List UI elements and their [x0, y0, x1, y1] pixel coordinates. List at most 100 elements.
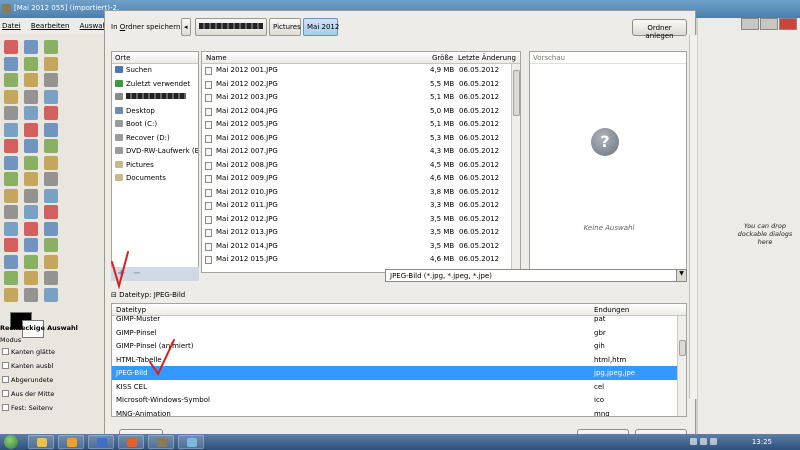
place-item[interactable]: Documents — [112, 172, 198, 186]
center-option[interactable]: Aus der Mitte — [0, 390, 104, 398]
filetype-row[interactable]: GIMP-Pinsel (animiert) gih — [112, 339, 686, 353]
chevron-down-icon[interactable]: ▼ — [676, 270, 686, 281]
menu-datei[interactable]: Datei — [2, 22, 21, 30]
places-header[interactable]: Orte — [112, 52, 198, 64]
rect-select-icon[interactable] — [4, 238, 18, 252]
filetype-row[interactable]: Microsoft-Windows-Symbol ico — [112, 393, 686, 407]
path-crumb-mai-2012[interactable]: Mai 2012 — [303, 18, 339, 36]
rect-select-icon[interactable] — [4, 73, 18, 87]
lasso-icon[interactable] — [44, 40, 58, 54]
ellipse-select-icon[interactable] — [24, 172, 38, 186]
place-item[interactable] — [112, 91, 198, 105]
filetype-row[interactable]: KISS CEL cel — [112, 380, 686, 394]
lasso-icon[interactable] — [44, 172, 58, 186]
lasso-icon[interactable] — [44, 73, 58, 87]
ellipse-select-icon[interactable] — [24, 139, 38, 153]
remove-place-button[interactable]: − — [133, 268, 141, 279]
color-select-icon[interactable] — [24, 221, 38, 236]
feather-option[interactable]: Kanten ausbl — [0, 362, 104, 370]
file-row[interactable]: Mai 2012 007.JPG 4,3 MB 06.05.2012 — [202, 145, 520, 159]
taskbar-app[interactable] — [58, 435, 84, 449]
ellipse-select-icon[interactable] — [24, 40, 38, 54]
scissors-icon[interactable] — [44, 89, 58, 104]
color-select-icon[interactable] — [24, 155, 38, 170]
taskbar-app[interactable] — [28, 435, 54, 449]
feather-checkbox[interactable] — [2, 362, 9, 369]
file-row[interactable]: Mai 2012 004.JPG 5,0 MB 06.05.2012 — [202, 105, 520, 119]
ellipse-select-icon[interactable] — [24, 238, 38, 252]
rect-select-icon[interactable] — [4, 40, 18, 54]
taskbar-app[interactable] — [88, 435, 114, 449]
color-select-icon[interactable] — [24, 122, 38, 137]
file-filter-select[interactable]: JPEG-Bild (*.jpg, *.jpeg, *.jpe) ▼ — [385, 269, 687, 282]
filetype-expander[interactable]: ⊟ Dateityp: JPEG-Bild — [111, 291, 185, 299]
filetype-row[interactable]: MNG-Animation mng — [112, 407, 686, 417]
scissors-icon[interactable] — [44, 122, 58, 137]
filetype-row[interactable]: GIMP-Muster pat — [112, 312, 686, 326]
rounded-checkbox[interactable] — [2, 376, 9, 383]
fuzzy-select-icon[interactable] — [4, 155, 18, 170]
color-select-icon[interactable] — [24, 254, 38, 269]
add-place-button[interactable]: + — [117, 268, 125, 279]
antialias-option[interactable]: Kanten glätte — [0, 348, 104, 356]
place-item[interactable]: Pictures — [112, 159, 198, 173]
scrollbar-thumb[interactable] — [513, 70, 520, 116]
ellipse-select-icon[interactable] — [24, 106, 38, 120]
file-row[interactable]: Mai 2012 011.JPG 3,3 MB 06.05.2012 — [202, 199, 520, 213]
place-item[interactable]: Suchen — [112, 64, 198, 78]
col-modified[interactable]: Letzte Änderung — [458, 54, 516, 62]
filetype-row[interactable]: JPEG-Bild jpg,jpeg,jpe — [112, 366, 686, 380]
minimize-icon[interactable] — [741, 18, 759, 30]
rect-select-icon[interactable] — [4, 172, 18, 186]
scissors-icon[interactable] — [44, 221, 58, 236]
col-size[interactable]: Größe — [432, 54, 453, 62]
ellipse-select-icon[interactable] — [24, 271, 38, 285]
file-row[interactable]: Mai 2012 009.JPG 4,6 MB 06.05.2012 — [202, 172, 520, 186]
scissors-icon[interactable] — [44, 56, 58, 71]
place-item[interactable]: Desktop — [112, 105, 198, 119]
color-select-icon[interactable] — [24, 287, 38, 302]
lasso-icon[interactable] — [44, 139, 58, 153]
antialias-checkbox[interactable] — [2, 348, 9, 355]
filetype-row[interactable]: HTML-Tabelle html,htm — [112, 353, 686, 367]
maximize-icon[interactable] — [760, 18, 778, 30]
new-folder-button[interactable]: Ordner anlegen — [632, 19, 687, 40]
file-row[interactable]: Mai 2012 006.JPG 5,3 MB 06.05.2012 — [202, 132, 520, 146]
file-row[interactable]: Mai 2012 001.JPG 4,9 MB 06.05.2012 — [202, 64, 520, 78]
flag-icon[interactable] — [690, 438, 697, 445]
color-select-icon[interactable] — [24, 188, 38, 203]
file-row[interactable]: Mai 2012 008.JPG 4,5 MB 06.05.2012 — [202, 159, 520, 173]
taskbar-app[interactable] — [118, 435, 144, 449]
lasso-icon[interactable] — [44, 238, 58, 252]
file-row[interactable]: Mai 2012 002.JPG 5,5 MB 06.05.2012 — [202, 78, 520, 92]
center-checkbox[interactable] — [2, 390, 9, 397]
path-crumb-pictures[interactable]: Pictures — [269, 18, 301, 36]
fixed-checkbox[interactable] — [2, 404, 9, 411]
lasso-icon[interactable] — [44, 205, 58, 219]
file-row[interactable]: Mai 2012 013.JPG 3,5 MB 06.05.2012 — [202, 226, 520, 240]
volume-icon[interactable] — [710, 438, 717, 445]
file-row[interactable]: Mai 2012 005.JPG 5,1 MB 06.05.2012 — [202, 118, 520, 132]
network-icon[interactable] — [700, 438, 707, 445]
menu-bearbeiten[interactable]: Bearbeiten — [31, 22, 69, 30]
rounded-option[interactable]: Abgerundete — [0, 376, 104, 384]
col-name[interactable]: Name — [206, 54, 227, 62]
scissors-icon[interactable] — [44, 155, 58, 170]
rect-select-icon[interactable] — [4, 271, 18, 285]
place-item[interactable]: DVD-RW-Laufwerk (E:) — [112, 145, 198, 159]
scrollbar-thumb[interactable] — [679, 340, 686, 356]
color-select-icon[interactable] — [24, 56, 38, 71]
file-row[interactable]: Mai 2012 003.JPG 5,1 MB 06.05.2012 — [202, 91, 520, 105]
scissors-icon[interactable] — [44, 287, 58, 302]
close-icon[interactable] — [779, 18, 797, 30]
filetype-row[interactable]: GIMP-Pinsel gbr — [112, 326, 686, 340]
lasso-icon[interactable] — [44, 271, 58, 285]
ellipse-select-icon[interactable] — [24, 73, 38, 87]
lasso-icon[interactable] — [44, 106, 58, 120]
place-item[interactable]: Boot (C:) — [112, 118, 198, 132]
color-select-icon[interactable] — [24, 89, 38, 104]
start-button-icon[interactable] — [4, 435, 18, 449]
scissors-icon[interactable] — [44, 188, 58, 203]
fuzzy-select-icon[interactable] — [4, 221, 18, 236]
file-row[interactable]: Mai 2012 014.JPG 3,5 MB 06.05.2012 — [202, 240, 520, 254]
